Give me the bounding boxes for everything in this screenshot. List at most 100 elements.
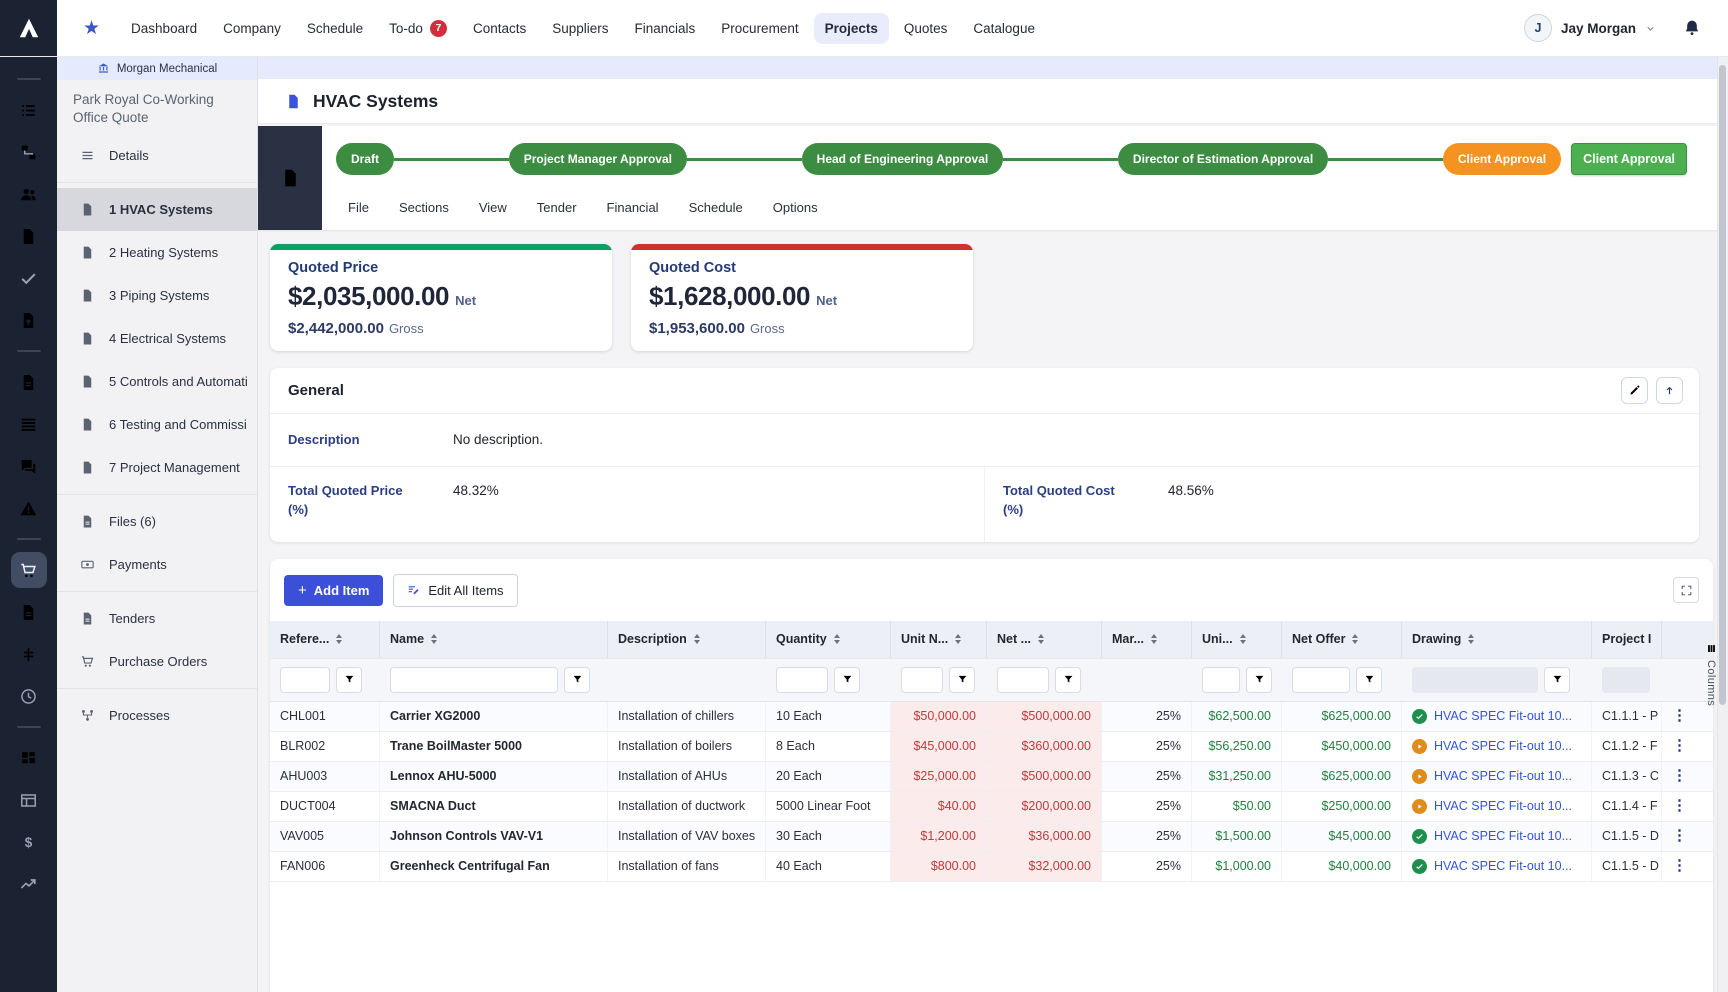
nav-item-dashboard[interactable]: Dashboard <box>120 13 208 44</box>
list-icon[interactable] <box>11 92 47 128</box>
file-icon[interactable] <box>11 364 47 400</box>
menu-financial[interactable]: Financial <box>607 200 659 215</box>
drawing-link[interactable]: HVAC SPEC Fit-out 10... <box>1434 822 1572 851</box>
nav-item-financials[interactable]: Financials <box>624 13 707 44</box>
drawing-link[interactable]: HVAC SPEC Fit-out 10... <box>1434 852 1572 881</box>
sitemap-icon[interactable] <box>11 134 47 170</box>
sidebar-item-1-hvac-systems[interactable]: 1 HVAC Systems <box>57 188 257 231</box>
filter-unit_net-funnel-button[interactable] <box>949 667 975 693</box>
users-icon[interactable] <box>11 176 47 212</box>
filter-name-funnel-button[interactable] <box>564 667 590 693</box>
warning-icon[interactable] <box>11 490 47 526</box>
menu-options[interactable]: Options <box>773 200 818 215</box>
vertical-scrollbar[interactable] <box>1717 57 1728 992</box>
nav-item-projects[interactable]: Projects <box>814 13 889 44</box>
table-icon[interactable] <box>11 782 47 818</box>
columns-panel-toggle[interactable]: Columns <box>1705 643 1717 706</box>
sort-reference-control[interactable] <box>336 634 342 645</box>
filter-name-input[interactable] <box>390 667 558 693</box>
sort-quantity-control[interactable] <box>834 634 840 645</box>
chat-icon[interactable] <box>11 448 47 484</box>
row-menu-button[interactable]: ⋮ <box>1662 852 1696 881</box>
filter-net_offer-input[interactable] <box>1292 667 1350 693</box>
edit-all-items-button[interactable]: Edit All Items <box>393 574 517 607</box>
edit-button[interactable] <box>1621 377 1648 404</box>
workflow-step-head-of-engineering-approval-2[interactable]: Head of Engineering Approval <box>802 143 1004 175</box>
row-menu-button[interactable]: ⋮ <box>1662 762 1696 791</box>
sidebar-item-4-electrical-systems[interactable]: 4 Electrical Systems <box>57 317 257 360</box>
nav-item-to-do[interactable]: To-do7 <box>378 12 458 45</box>
drawing-link[interactable]: HVAC SPEC Fit-out 10... <box>1434 732 1572 761</box>
sort-net_offer-control[interactable] <box>1352 634 1358 645</box>
filter-project-input[interactable] <box>1602 667 1650 693</box>
collapse-button[interactable] <box>1656 377 1683 404</box>
sort-unit_offer-control[interactable] <box>1240 634 1246 645</box>
drawing-link[interactable]: HVAC SPEC Fit-out 10... <box>1434 702 1572 731</box>
sort-description-control[interactable] <box>694 634 700 645</box>
filter-reference-input[interactable] <box>280 667 330 693</box>
filter-reference-funnel-button[interactable] <box>336 667 362 693</box>
menu-view[interactable]: View <box>479 200 507 215</box>
nav-item-quotes[interactable]: Quotes <box>893 13 959 44</box>
dollar-icon[interactable]: $ <box>11 824 47 860</box>
scrollbar-thumb[interactable] <box>1719 65 1726 705</box>
sidebar-item-details[interactable]: Details <box>57 134 257 177</box>
filter-net_offer-funnel-button[interactable] <box>1356 667 1382 693</box>
filter-unit_offer-funnel-button[interactable] <box>1246 667 1272 693</box>
sidebar-item-payments[interactable]: Payments <box>57 543 257 586</box>
row-menu-button[interactable]: ⋮ <box>1662 822 1696 851</box>
nav-item-catalogue[interactable]: Catalogue <box>962 13 1046 44</box>
filter-drawing-funnel-button[interactable] <box>1544 667 1570 693</box>
row-menu-button[interactable]: ⋮ <box>1662 792 1696 821</box>
sliders-icon[interactable] <box>11 636 47 672</box>
sort-name-control[interactable] <box>431 634 437 645</box>
workflow-step-draft-0[interactable]: Draft <box>336 143 394 175</box>
sort-margin-control[interactable] <box>1151 634 1157 645</box>
invoice-icon[interactable] <box>11 594 47 630</box>
menu-schedule[interactable]: Schedule <box>689 200 743 215</box>
document-icon[interactable] <box>11 218 47 254</box>
filter-quantity-input[interactable] <box>776 667 828 693</box>
app-logo[interactable] <box>0 0 57 56</box>
filter-net_total-input[interactable] <box>997 667 1049 693</box>
nav-item-schedule[interactable]: Schedule <box>296 13 374 44</box>
user-menu[interactable]: J Jay Morgan <box>1524 14 1656 42</box>
sort-net_total-control[interactable] <box>1038 634 1044 645</box>
sidebar-item-5-controls-and-automation[interactable]: 5 Controls and Automation <box>57 360 257 403</box>
sidebar-item-3-piping-systems[interactable]: 3 Piping Systems <box>57 274 257 317</box>
add-item-button[interactable]: + Add Item <box>284 575 383 606</box>
filter-unit_net-input[interactable] <box>901 667 943 693</box>
check-icon[interactable] <box>11 260 47 296</box>
menu-sections[interactable]: Sections <box>399 200 449 215</box>
sidebar-item-tenders[interactable]: Tenders <box>57 597 257 640</box>
row-menu-button[interactable]: ⋮ <box>1662 732 1696 761</box>
filter-unit_offer-input[interactable] <box>1202 667 1240 693</box>
workflow-step-client-approval-4[interactable]: Client Approval <box>1443 143 1561 175</box>
workflow-step-director-of-estimation-approval-3[interactable]: Director of Estimation Approval <box>1118 143 1328 175</box>
sidebar-item-purchase-orders[interactable]: Purchase Orders <box>57 640 257 683</box>
sidebar-item-processes[interactable]: Processes <box>57 694 257 737</box>
sidebar-item-7-project-management[interactable]: 7 Project Management <box>57 446 257 489</box>
sidebar-item-files-6[interactable]: Files (6) <box>57 500 257 543</box>
rows-icon[interactable] <box>11 406 47 442</box>
cart-icon[interactable] <box>11 552 47 588</box>
menu-tender[interactable]: Tender <box>537 200 577 215</box>
filter-net_total-funnel-button[interactable] <box>1055 667 1081 693</box>
sidebar-item-6-testing-and-commissioning[interactable]: 6 Testing and Commissioning <box>57 403 257 446</box>
drawing-link[interactable]: HVAC SPEC Fit-out 10... <box>1434 762 1572 791</box>
nav-item-procurement[interactable]: Procurement <box>710 13 809 44</box>
workflow-step-project-manager-approval-1[interactable]: Project Manager Approval <box>509 143 687 175</box>
fullscreen-button[interactable] <box>1673 577 1699 603</box>
drawing-link[interactable]: HVAC SPEC Fit-out 10... <box>1434 792 1572 821</box>
nav-item-company[interactable]: Company <box>212 13 292 44</box>
org-switcher[interactable]: Morgan Mechanical <box>57 57 257 80</box>
clock-icon[interactable] <box>11 678 47 714</box>
nav-item-contacts[interactable]: Contacts <box>462 13 537 44</box>
grid-icon[interactable] <box>11 740 47 776</box>
trend-icon[interactable] <box>11 866 47 902</box>
filter-drawing-input[interactable] <box>1412 667 1538 693</box>
menu-file[interactable]: File <box>348 200 369 215</box>
upload-icon[interactable] <box>11 302 47 338</box>
sidebar-item-2-heating-systems[interactable]: 2 Heating Systems <box>57 231 257 274</box>
favorite-star-icon[interactable]: ★ <box>83 17 100 40</box>
